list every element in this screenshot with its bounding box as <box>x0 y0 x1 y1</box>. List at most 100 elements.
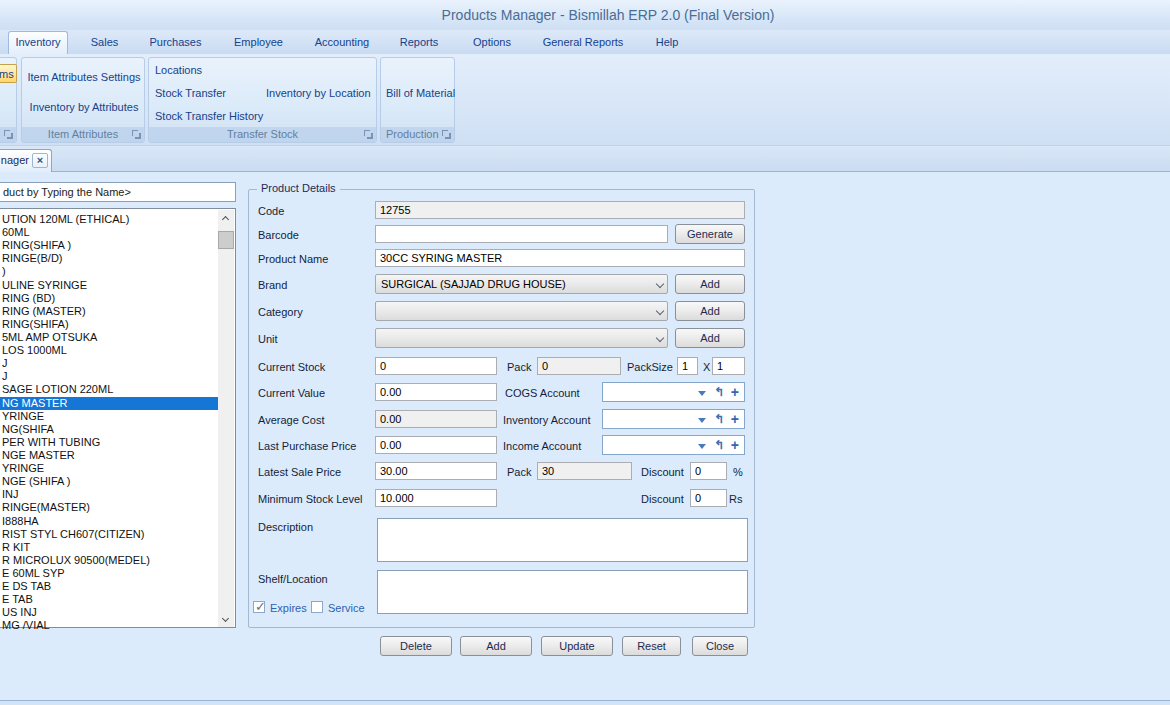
item-attributes-settings-button[interactable]: Item Attributes Settings <box>22 71 146 83</box>
tab-inventory[interactable]: Inventory <box>8 31 68 54</box>
list-item[interactable]: RINGE(MASTER) <box>0 501 218 514</box>
latest-sale-price-field[interactable] <box>375 462 497 480</box>
inventory-by-attributes-button[interactable]: Inventory by Attributes <box>22 101 146 113</box>
category-select[interactable] <box>375 301 668 321</box>
barcode-field[interactable] <box>375 225 668 243</box>
generate-button[interactable]: Generate <box>675 224 745 244</box>
dialog-launcher-icon[interactable] <box>364 130 374 140</box>
list-item[interactable]: I888HA <box>0 515 218 528</box>
tab-reports[interactable]: Reports <box>395 32 443 54</box>
list-item[interactable]: RING (BD) <box>0 292 218 305</box>
dropdown-icon[interactable] <box>698 444 706 449</box>
scrollbar[interactable] <box>218 210 234 627</box>
scroll-up-icon[interactable] <box>218 210 234 226</box>
packsize-a-field[interactable] <box>677 357 698 375</box>
products-manager-tab[interactable]: nager × <box>0 149 52 172</box>
expires-checkbox[interactable]: ✓ <box>253 601 265 613</box>
list-item[interactable]: UTION 120ML (ETHICAL) <box>0 213 218 226</box>
sale-pack-field[interactable] <box>537 462 632 480</box>
add-icon[interactable]: + <box>731 437 739 453</box>
stock-transfer-button[interactable]: Stock Transfer <box>155 87 226 99</box>
undo-icon[interactable]: ↰ <box>714 412 724 426</box>
search-input[interactable]: duct by Typing the Name> <box>0 182 236 202</box>
list-item[interactable]: MG /VIAL <box>0 619 218 632</box>
income-account-select[interactable]: ↰ + <box>602 435 745 455</box>
locations-button[interactable]: Locations <box>155 64 202 76</box>
tab-purchases[interactable]: Purchases <box>143 32 208 54</box>
last-purchase-price-field[interactable] <box>375 436 497 454</box>
brand-select[interactable]: SURGICAL (SAJJAD DRUG HOUSE) <box>375 274 668 294</box>
list-item[interactable]: E DS TAB <box>0 580 218 593</box>
current-stock-field[interactable] <box>375 357 497 375</box>
list-item[interactable]: E 60ML SYP <box>0 567 218 580</box>
add-icon[interactable]: + <box>731 384 739 400</box>
pack-field[interactable] <box>537 357 621 375</box>
add-button[interactable]: Add <box>460 636 532 656</box>
scroll-down-icon[interactable] <box>218 611 234 627</box>
list-item[interactable]: J <box>0 357 218 370</box>
list-item[interactable]: E TAB <box>0 593 218 606</box>
list-item[interactable]: NG(SHIFA <box>0 423 218 436</box>
list-item[interactable]: RING (MASTER) <box>0 305 218 318</box>
list-item[interactable]: NGE MASTER <box>0 449 218 462</box>
list-item[interactable]: RING(SHIFA) <box>0 318 218 331</box>
list-item[interactable]: RING(SHIFA ) <box>0 239 218 252</box>
list-item[interactable]: RINGE(B/D) <box>0 252 218 265</box>
tab-employee[interactable]: Employee <box>227 32 290 54</box>
reset-button[interactable]: Reset <box>622 636 681 656</box>
list-item[interactable]: INJ <box>0 488 218 501</box>
delete-button[interactable]: Delete <box>380 636 452 656</box>
list-item[interactable]: YRINGE <box>0 410 218 423</box>
list-item[interactable]: 5ML AMP OTSUKA <box>0 331 218 344</box>
service-checkbox[interactable] <box>311 601 323 613</box>
update-button[interactable]: Update <box>541 636 613 656</box>
tab-sales[interactable]: Sales <box>82 32 127 54</box>
list-item[interactable]: SAGE LOTION 220ML <box>0 383 218 396</box>
list-item[interactable]: ) <box>0 265 218 278</box>
inventory-account-select[interactable]: ↰ + <box>602 409 745 429</box>
list-item[interactable]: NG MASTER <box>0 397 218 410</box>
list-item[interactable]: 60ML <box>0 226 218 239</box>
add-brand-button[interactable]: Add <box>675 274 745 294</box>
tab-accounting[interactable]: Accounting <box>310 32 374 54</box>
discount-percent-field[interactable] <box>690 462 727 480</box>
stock-transfer-history-button[interactable]: Stock Transfer History <box>155 110 263 122</box>
list-item[interactable]: NGE (SHIFA ) <box>0 475 218 488</box>
packsize-b-field[interactable] <box>712 357 745 375</box>
tab-help[interactable]: Help <box>650 32 684 54</box>
list-item[interactable]: RIST STYL CH607(CITIZEN) <box>0 528 218 541</box>
list-item[interactable]: R KIT <box>0 541 218 554</box>
code-field[interactable] <box>375 201 745 219</box>
inventory-by-location-button[interactable]: Inventory by Location <box>266 87 371 99</box>
shelf-location-field[interactable] <box>377 570 748 614</box>
items-button[interactable]: ms <box>0 64 17 83</box>
product-name-field[interactable] <box>375 249 745 267</box>
list-item[interactable]: R MICROLUX 90500(MEDEL) <box>0 554 218 567</box>
discount-rs-field[interactable] <box>690 489 727 507</box>
unit-select[interactable] <box>375 328 668 348</box>
minimum-stock-level-field[interactable] <box>375 489 497 507</box>
dropdown-icon[interactable] <box>698 418 706 423</box>
undo-icon[interactable]: ↰ <box>714 385 724 399</box>
bill-of-material-button[interactable]: Bill of Material <box>386 87 455 99</box>
add-category-button[interactable]: Add <box>675 301 745 321</box>
current-value-field[interactable] <box>375 383 497 401</box>
dialog-launcher-icon[interactable] <box>132 130 142 140</box>
dialog-launcher-icon[interactable] <box>442 130 452 140</box>
list-item[interactable]: ULINE SYRINGE <box>0 279 218 292</box>
undo-icon[interactable]: ↰ <box>714 438 724 452</box>
close-button[interactable]: Close <box>692 636 748 656</box>
dialog-launcher-icon[interactable] <box>4 130 14 140</box>
average-cost-field[interactable] <box>375 410 497 428</box>
tab-general-reports[interactable]: General Reports <box>538 32 628 54</box>
tab-options[interactable]: Options <box>466 32 518 54</box>
list-item[interactable]: LOS 1000ML <box>0 344 218 357</box>
close-tab-icon[interactable]: × <box>32 153 48 168</box>
list-item[interactable]: J <box>0 370 218 383</box>
scrollbar-thumb[interactable] <box>218 231 234 249</box>
list-item[interactable]: US INJ <box>0 606 218 619</box>
description-field[interactable] <box>377 518 748 562</box>
dropdown-icon[interactable] <box>698 391 706 396</box>
list-item[interactable]: YRINGE <box>0 462 218 475</box>
cogs-account-select[interactable]: ↰ + <box>602 382 745 402</box>
